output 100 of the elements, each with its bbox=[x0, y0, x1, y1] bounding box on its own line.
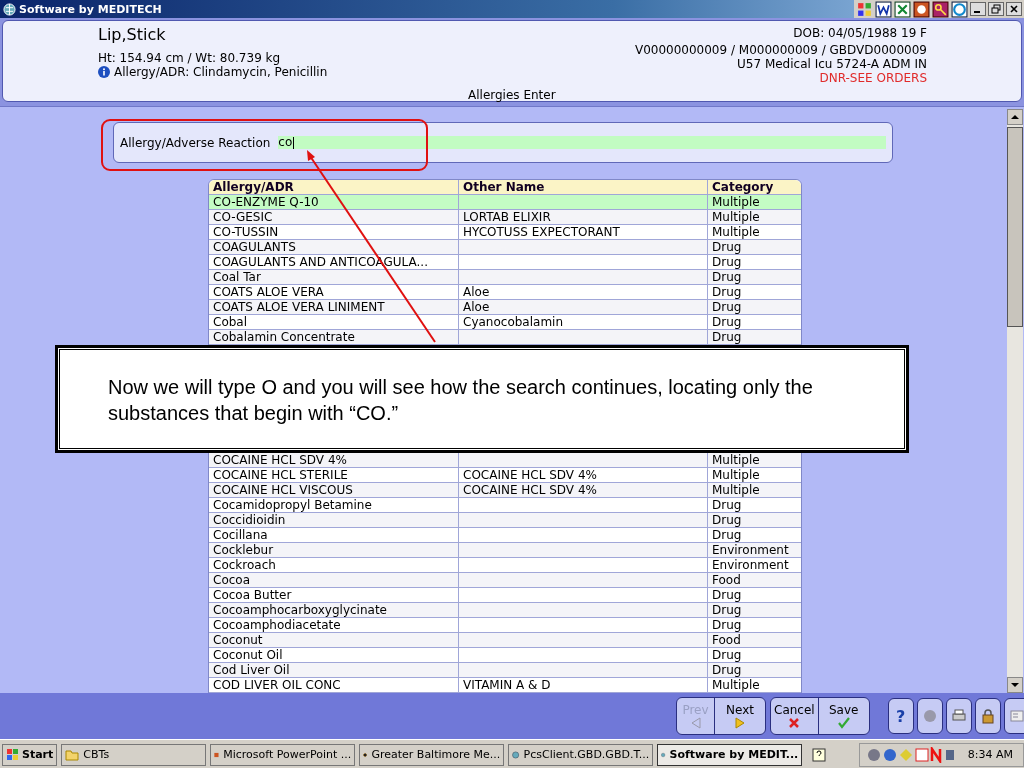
table-cell: Cocamidopropyl Betamine bbox=[209, 498, 459, 512]
table-cell-text: Drug bbox=[711, 330, 743, 344]
table-row[interactable]: Cocillana Drug bbox=[209, 528, 801, 543]
table-cell-text: Environment bbox=[711, 543, 790, 557]
table-cell-text: Multiple bbox=[711, 678, 761, 692]
table-row[interactable]: COCAINE HCL SDV 4% Multiple bbox=[209, 453, 801, 468]
scroll-up-icon[interactable] bbox=[1007, 109, 1023, 125]
taskbar-item[interactable]: PcsClient.GBD.GBD.T... bbox=[508, 743, 654, 766]
callout-text: Now we will type O and you will see how the search continues, locating only the substances that begin with “CO.” bbox=[108, 376, 813, 424]
slides-icon[interactable] bbox=[913, 0, 930, 18]
table-cell-text: Food bbox=[711, 633, 742, 647]
table-cell: COATS ALOE VERA bbox=[209, 285, 459, 299]
table-row[interactable]: Cod Liver Oil Drug bbox=[209, 663, 801, 678]
scrollbar-thumb[interactable] bbox=[1007, 127, 1023, 327]
browser-icon[interactable] bbox=[951, 0, 968, 18]
card-icon bbox=[1008, 708, 1024, 724]
scrollbar[interactable] bbox=[1007, 109, 1023, 693]
table-cell: Coal Tar bbox=[209, 270, 459, 284]
table-cell: VITAMIN A & D bbox=[459, 678, 708, 692]
windows-logo-icon bbox=[6, 747, 20, 762]
dob-text: DOB: 04/05/1988 19 F bbox=[793, 26, 927, 40]
table-row[interactable]: Coconut Food bbox=[209, 633, 801, 648]
cancel-button[interactable]: Cancel bbox=[771, 698, 819, 734]
scroll-down-icon[interactable] bbox=[1007, 677, 1023, 693]
search-field[interactable]: co bbox=[278, 136, 886, 149]
table-cell-text: Drug bbox=[711, 315, 743, 329]
table-row[interactable]: Cocoa Food bbox=[209, 573, 801, 588]
close-icon[interactable] bbox=[1006, 2, 1022, 16]
table-cell: Coconut Oil bbox=[209, 648, 459, 662]
lock-button[interactable] bbox=[974, 698, 1001, 734]
start-button[interactable]: Start bbox=[2, 743, 58, 766]
table-cell-text: Multiple bbox=[711, 195, 761, 209]
tray-icons[interactable] bbox=[865, 746, 956, 763]
table-cell: Cyanocobalamin bbox=[459, 315, 708, 329]
table-row[interactable]: COATS ALOE VERA LINIMENT Aloe Drug bbox=[209, 300, 801, 315]
table-cell: COAGULANTS bbox=[209, 240, 459, 254]
taskbar-item[interactable]: CBTs bbox=[61, 743, 207, 766]
table-row[interactable]: Coal Tar Drug bbox=[209, 270, 801, 285]
spreadsheet-icon[interactable] bbox=[894, 0, 911, 18]
table-cell: CO-ENZYME Q-10 bbox=[209, 195, 459, 209]
table-cell-text: Drug bbox=[711, 255, 743, 269]
restore-icon[interactable] bbox=[988, 2, 1004, 16]
table-cell: Aloe bbox=[459, 285, 708, 299]
table-row[interactable]: COCAINE HCL STERILE COCAINE HCL SDV 4% Multiple bbox=[209, 468, 801, 483]
minimize-icon[interactable] bbox=[970, 2, 986, 16]
printer-icon bbox=[950, 708, 967, 724]
taskbar-item[interactable]: Microsoft PowerPoint ... bbox=[210, 743, 356, 766]
table-row[interactable]: Cocoa Butter Drug bbox=[209, 588, 801, 603]
table-cell-text: Multiple bbox=[711, 210, 761, 224]
table-cell: Cod Liver Oil bbox=[209, 663, 459, 677]
taskbar-item[interactable]: Greater Baltimore Me... bbox=[359, 743, 505, 766]
field-label: Allergy/Adverse Reaction bbox=[120, 135, 271, 150]
table-cell-text: Environment bbox=[711, 558, 790, 572]
table-row[interactable]: Cocamidopropyl Betamine Drug bbox=[209, 498, 801, 513]
table-cell: CO-GESIC bbox=[209, 210, 459, 224]
help-icon[interactable] bbox=[812, 747, 827, 762]
table-row[interactable]: CO-TUSSIN HYCOTUSS EXPECTORANT Multiple bbox=[209, 225, 801, 240]
table-cell-text: Drug bbox=[711, 618, 743, 632]
table-cell-text: Drug bbox=[711, 498, 743, 512]
table-cell: Coconut bbox=[209, 633, 459, 647]
table-cell: Cocoamphodiacetate bbox=[209, 618, 459, 632]
table-row[interactable]: COD LIVER OIL CONC VITAMIN A & D Multiple bbox=[209, 678, 801, 693]
print-button[interactable] bbox=[945, 698, 972, 734]
table-row[interactable]: COAGULANTS Drug bbox=[209, 240, 801, 255]
table-row[interactable]: Coccidioidin Drug bbox=[209, 513, 801, 528]
save-button[interactable]: Save bbox=[818, 698, 869, 734]
table-cell-text: Drug bbox=[711, 285, 743, 299]
column-header: Allergy/ADR bbox=[209, 180, 459, 194]
table-cell: LORTAB ELIXIR bbox=[459, 210, 708, 224]
folder-icon bbox=[65, 747, 80, 762]
help-button[interactable]: ? bbox=[887, 698, 914, 734]
key-icon[interactable] bbox=[932, 0, 949, 18]
grid-icon[interactable] bbox=[856, 0, 873, 18]
patient-ids: V00000000009 / M000000009 / GBDVD0000009 bbox=[634, 43, 927, 57]
table-row[interactable]: Coconut Oil Drug bbox=[209, 648, 801, 663]
column-header: Category bbox=[711, 180, 775, 194]
table-cell-text: Drug bbox=[711, 300, 743, 314]
table-row[interactable]: Cocoamphodiacetate Drug bbox=[209, 618, 801, 633]
card-button[interactable] bbox=[1003, 698, 1024, 734]
table-cell: Cobal bbox=[209, 315, 459, 329]
patient-name: Lip,Stick bbox=[98, 25, 167, 44]
table-cell: COCAINE HCL STERILE bbox=[209, 468, 459, 482]
left-triangle-icon bbox=[689, 717, 702, 729]
table-row[interactable]: Cobal Cyanocobalamin Drug bbox=[209, 315, 801, 330]
table-row[interactable]: COATS ALOE VERA Aloe Drug bbox=[209, 285, 801, 300]
table-row[interactable]: Cocoamphocarboxyglycinate Drug bbox=[209, 603, 801, 618]
screen-title: Allergies Enter bbox=[468, 88, 556, 102]
table-row[interactable]: CO-GESIC LORTAB ELIXIR Multiple bbox=[209, 210, 801, 225]
table-cell: Cocoa bbox=[209, 573, 459, 587]
table-row[interactable]: COCAINE HCL VISCOUS COCAINE HCL SDV 4% Multiple bbox=[209, 483, 801, 498]
next-button[interactable]: Next bbox=[715, 698, 765, 734]
taskbar-item[interactable]: Software by MEDIT... bbox=[657, 743, 803, 766]
reference-button[interactable] bbox=[916, 698, 943, 734]
table-row[interactable]: CO-ENZYME Q-10 Multiple bbox=[209, 195, 801, 210]
table-cell-text: Drug bbox=[711, 270, 743, 284]
word-icon[interactable] bbox=[875, 0, 892, 18]
table-row[interactable]: Cobalamin Concentrate Drug bbox=[209, 330, 801, 345]
table-row[interactable]: Cocklebur Environment bbox=[209, 543, 801, 558]
table-cell: Cocoa Butter bbox=[209, 588, 459, 602]
table-row[interactable]: Cockroach Environment bbox=[209, 558, 801, 573]
